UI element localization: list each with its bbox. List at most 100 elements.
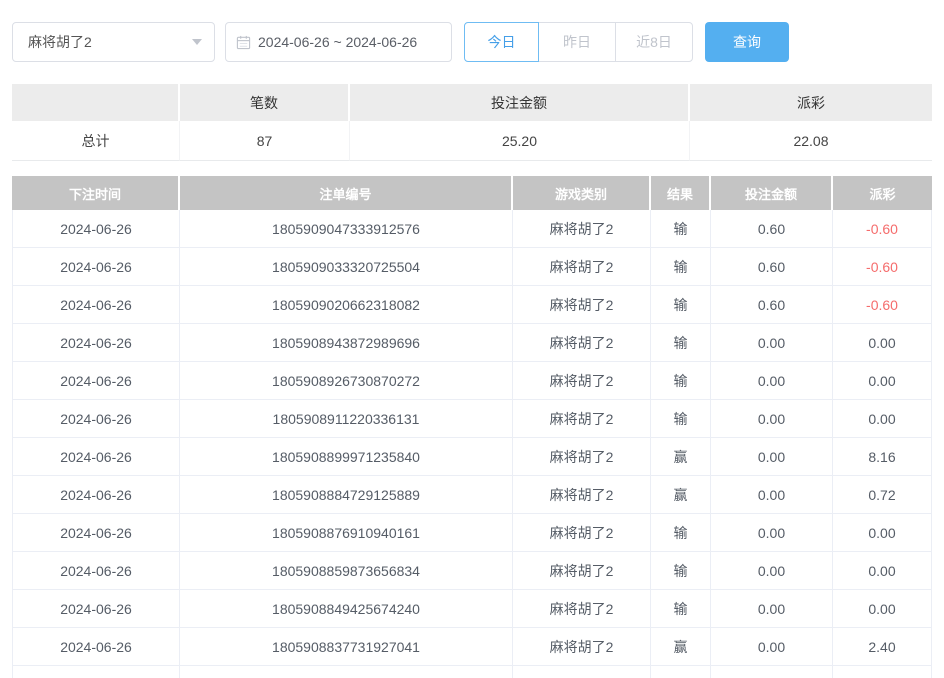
table-cell: 1805908943872989696 xyxy=(180,324,513,362)
table-row: 2024-06-261805908849425674240麻将胡了2输0.000… xyxy=(12,590,932,628)
table-cell: 2024-06-26 xyxy=(12,324,180,362)
table-cell: 输 xyxy=(651,590,711,628)
table-cell: 输 xyxy=(651,210,711,248)
table-cell: 输 xyxy=(651,400,711,438)
table-cell: 2024-06-26 xyxy=(12,400,180,438)
table-cell: 麻将胡了2 xyxy=(513,400,651,438)
table-cell: 赢 xyxy=(651,476,711,514)
table-cell: 麻将胡了2 xyxy=(513,590,651,628)
records-body: 2024-06-261805909047333912576麻将胡了2输0.60-… xyxy=(12,210,932,678)
table-cell: 麻将胡了2 xyxy=(513,628,651,666)
quick-range-button-1[interactable]: 昨日 xyxy=(538,22,616,62)
table-cell: 输 xyxy=(651,286,711,324)
summary-cell: 25.20 xyxy=(350,121,690,161)
table-cell: 1805908911220336131 xyxy=(180,400,513,438)
table-cell: 赢 xyxy=(651,628,711,666)
table-cell: 2024-06-26 xyxy=(12,552,180,590)
summary-header-cell: 笔数 xyxy=(180,84,350,121)
table-cell: 0.60 xyxy=(711,286,833,324)
table-cell: 1805908876910940161 xyxy=(180,514,513,552)
table-cell: 赢 xyxy=(651,438,711,476)
table-cell: 0.00 xyxy=(711,476,833,514)
records-header-cell: 注单编号 xyxy=(180,176,513,210)
summary-table: 笔数投注金额派彩 总计8725.2022.08 xyxy=(12,84,932,161)
summary-header-cell xyxy=(12,84,180,121)
summary-total-row: 总计8725.2022.08 xyxy=(12,121,932,161)
table-cell: 0.72 xyxy=(833,476,932,514)
table-cell: 1805909020662318082 xyxy=(180,286,513,324)
table-cell xyxy=(12,666,180,678)
table-cell: 2.40 xyxy=(833,628,932,666)
table-row: 2024-06-261805908876910940161麻将胡了2输0.000… xyxy=(12,514,932,552)
table-cell: 1805908899971235840 xyxy=(180,438,513,476)
records-header-cell: 结果 xyxy=(651,176,711,210)
table-cell: 0.00 xyxy=(833,552,932,590)
table-cell: 2024-06-26 xyxy=(12,362,180,400)
summary-cell: 22.08 xyxy=(690,121,932,161)
table-row: 2024-06-261805908926730870272麻将胡了2输0.000… xyxy=(12,362,932,400)
table-cell: 1805909047333912576 xyxy=(180,210,513,248)
table-cell xyxy=(711,666,833,678)
records-header-cell: 投注金额 xyxy=(711,176,833,210)
table-cell: 1805908926730870272 xyxy=(180,362,513,400)
table-cell: 8.16 xyxy=(833,438,932,476)
table-cell xyxy=(180,666,513,678)
table-row: 2024-06-261805909033320725504麻将胡了2输0.60-… xyxy=(12,248,932,286)
date-range-value: 2024-06-26 ~ 2024-06-26 xyxy=(258,34,417,50)
summary-cell: 87 xyxy=(180,121,350,161)
summary-header-row: 笔数投注金额派彩 xyxy=(12,84,932,121)
quick-range-button-group: 今日昨日近8日 xyxy=(464,22,693,62)
table-cell: 麻将胡了2 xyxy=(513,552,651,590)
bet-records-table: 下注时间注单编号游戏类别结果投注金额派彩 2024-06-26180590904… xyxy=(12,176,932,678)
table-cell: 2024-06-26 xyxy=(12,210,180,248)
query-button[interactable]: 查询 xyxy=(705,22,789,62)
table-cell: 麻将胡了2 xyxy=(513,210,651,248)
table-cell: 0.00 xyxy=(711,514,833,552)
table-cell: -0.60 xyxy=(833,210,932,248)
table-cell: 2024-06-26 xyxy=(12,514,180,552)
table-cell: 麻将胡了2 xyxy=(513,324,651,362)
table-cell: 0.00 xyxy=(833,324,932,362)
table-row: 2024-06-261805908943872989696麻将胡了2输0.000… xyxy=(12,324,932,362)
table-cell: 麻将胡了2 xyxy=(513,476,651,514)
game-select[interactable]: 麻将胡了2 xyxy=(12,22,215,62)
game-select-value: 麻将胡了2 xyxy=(28,32,192,52)
table-cell: 输 xyxy=(651,552,711,590)
table-cell: -0.60 xyxy=(833,286,932,324)
table-cell xyxy=(833,666,932,678)
table-cell: 0.00 xyxy=(711,552,833,590)
table-cell: 0.00 xyxy=(833,362,932,400)
table-row: 2024-06-261805908884729125889麻将胡了2赢0.000… xyxy=(12,476,932,514)
table-row: 2024-06-261805909047333912576麻将胡了2输0.60-… xyxy=(12,210,932,248)
table-cell: 0.00 xyxy=(711,590,833,628)
table-cell: 1805908884729125889 xyxy=(180,476,513,514)
table-cell: 0.00 xyxy=(711,324,833,362)
table-cell: 2024-06-26 xyxy=(12,248,180,286)
table-row: 2024-06-261805908859873656834麻将胡了2输0.000… xyxy=(12,552,932,590)
summary-header-cell: 投注金额 xyxy=(350,84,690,121)
toolbar: 麻将胡了2 2024-06-26 ~ 2024-06-26 今日昨日近8日 查询 xyxy=(12,22,932,62)
table-cell: 1805908837731927041 xyxy=(180,628,513,666)
table-cell: 0.00 xyxy=(711,362,833,400)
calendar-icon xyxy=(236,35,251,50)
table-cell: 2024-06-26 xyxy=(12,286,180,324)
table-cell: 麻将胡了2 xyxy=(513,438,651,476)
table-cell: 0.00 xyxy=(833,400,932,438)
quick-range-button-0[interactable]: 今日 xyxy=(464,22,539,62)
date-range-picker[interactable]: 2024-06-26 ~ 2024-06-26 xyxy=(225,22,452,62)
records-header-cell: 派彩 xyxy=(833,176,932,210)
table-row: 2024-06-261805908899971235840麻将胡了2赢0.008… xyxy=(12,438,932,476)
table-row-partial xyxy=(12,666,932,678)
table-cell: 输 xyxy=(651,362,711,400)
table-cell: 2024-06-26 xyxy=(12,590,180,628)
table-cell: 0.00 xyxy=(833,590,932,628)
table-cell: 1805909033320725504 xyxy=(180,248,513,286)
table-cell: 输 xyxy=(651,324,711,362)
table-cell: 0.00 xyxy=(711,438,833,476)
table-row: 2024-06-261805908837731927041麻将胡了2赢0.002… xyxy=(12,628,932,666)
summary-header-cell: 派彩 xyxy=(690,84,932,121)
table-cell: 麻将胡了2 xyxy=(513,514,651,552)
quick-range-button-2[interactable]: 近8日 xyxy=(615,22,693,62)
table-cell: 输 xyxy=(651,514,711,552)
table-cell: 0.60 xyxy=(711,248,833,286)
